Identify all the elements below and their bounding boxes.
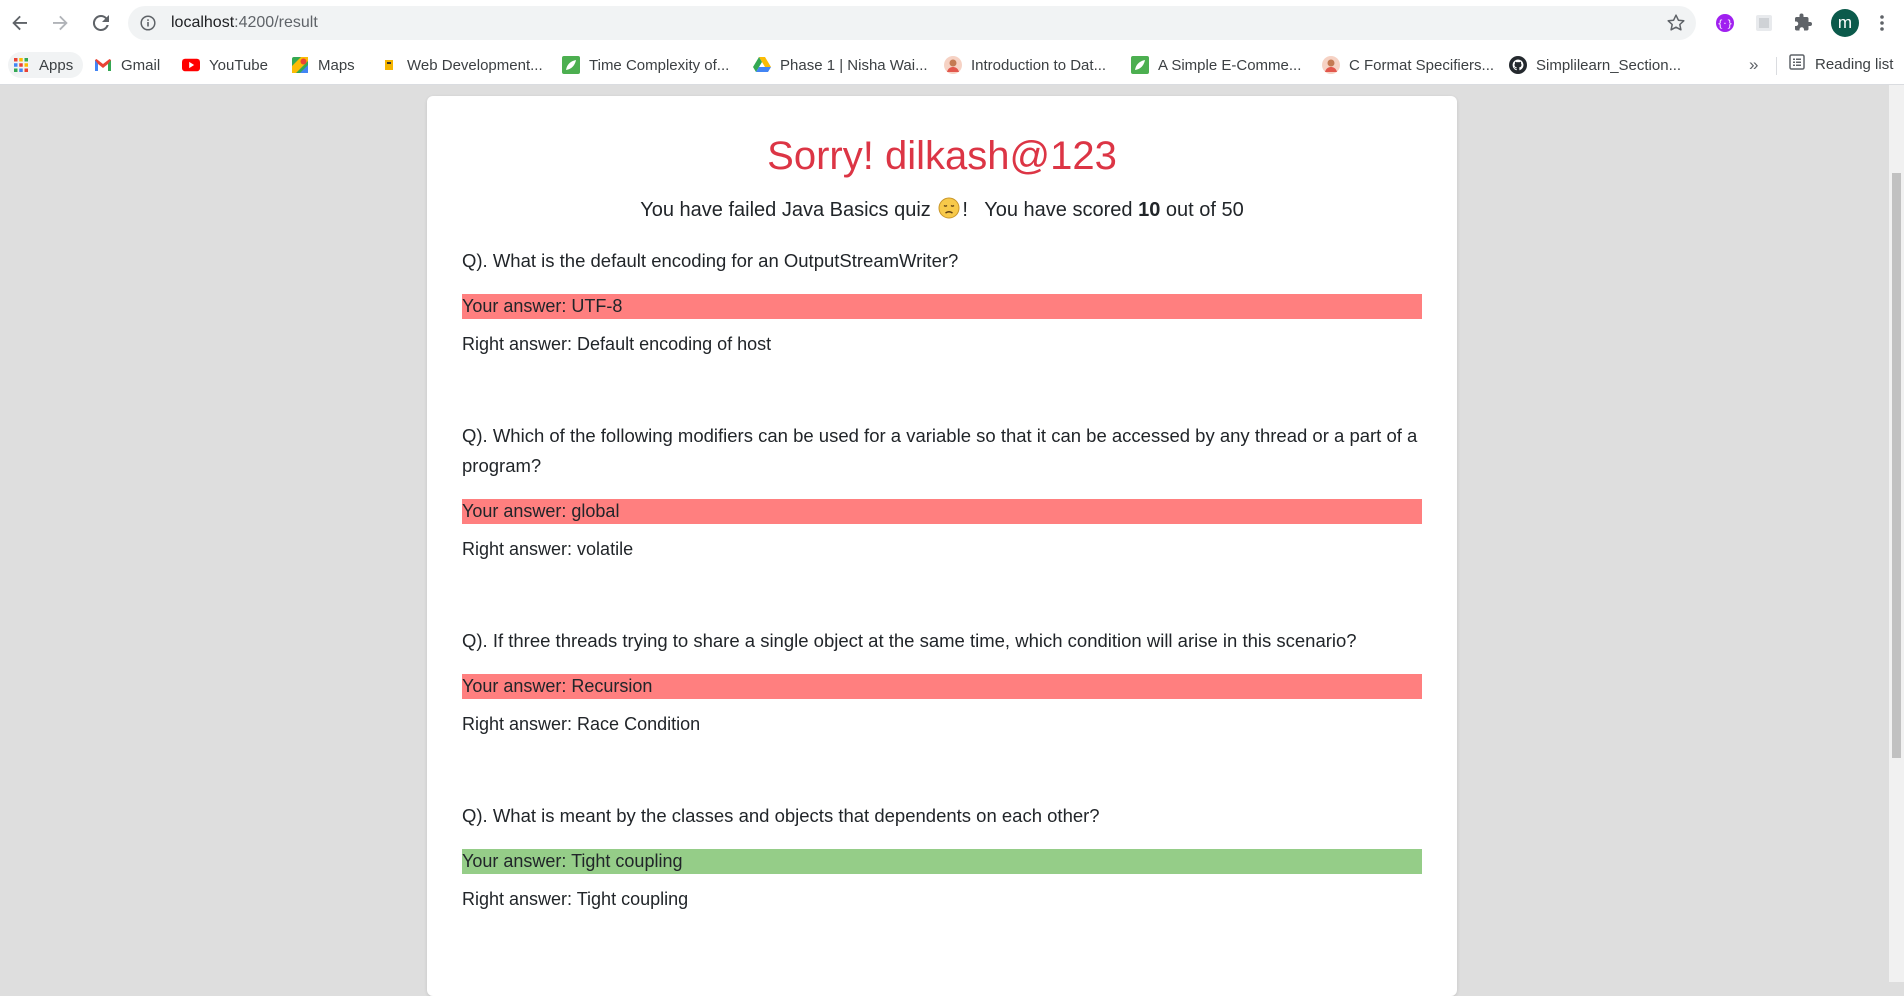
browser-toolbar: localhost:4200/result {·} m (0, 0, 1904, 46)
question-block: Q). What is meant by the classes and obj… (462, 801, 1422, 910)
profile-favicon (1322, 56, 1340, 74)
extension-purple-icon[interactable]: {·} (1713, 11, 1737, 35)
maps-icon (291, 56, 309, 74)
reading-list-label: Reading list (1815, 55, 1894, 73)
url-path: :4200/result (234, 14, 318, 31)
address-bar[interactable]: localhost:4200/result (128, 6, 1696, 40)
reading-list-icon (1789, 54, 1805, 74)
bookmark-introduction[interactable]: Introduction to Dat... (944, 54, 1106, 76)
leaf-favicon (1131, 56, 1149, 74)
result-title: Sorry! dilkash@123 (767, 134, 1117, 178)
bookmark-maps[interactable]: Maps (291, 54, 355, 76)
profile-avatar[interactable]: m (1831, 9, 1859, 37)
youtube-icon (182, 56, 200, 74)
question-block: Q). If three threads trying to share a s… (462, 626, 1422, 735)
bookmark-favicon (380, 56, 398, 74)
bookmark-label: Apps (39, 56, 74, 74)
bookmark-youtube[interactable]: YouTube (182, 54, 268, 76)
bookmark-label: C Format Specifiers... (1349, 56, 1495, 74)
url-host: localhost (171, 14, 235, 31)
leaf-favicon (562, 56, 580, 74)
gmail-icon (94, 56, 112, 74)
right-answer: Right answer: Race Condition (462, 714, 701, 734)
profile-favicon (944, 56, 962, 74)
reading-list-button[interactable]: Reading list (1789, 54, 1893, 74)
right-answer: Right answer: volatile (462, 539, 634, 559)
page-scrollbar[interactable] (1889, 85, 1904, 982)
avatar-letter: m (1837, 13, 1853, 32)
bookmark-c-format[interactable]: C Format Specifiers... (1322, 54, 1494, 76)
bookmark-label: A Simple E-Comme... (1158, 56, 1302, 74)
summary-prefix: You have failed Java Basics quiz (640, 199, 931, 221)
menu-kebab-icon[interactable] (1875, 11, 1889, 35)
reload-button[interactable] (86, 8, 116, 38)
bookmark-apps[interactable]: Apps (8, 52, 84, 78)
github-icon (1509, 56, 1527, 74)
bookmark-ecommerce[interactable]: A Simple E-Comme... (1131, 54, 1301, 76)
bookmark-star-icon[interactable] (1666, 13, 1686, 33)
question-text: Q). What is meant by the classes and obj… (462, 805, 1100, 826)
result-summary: You have failed Java Basics quiz ! You h… (427, 197, 1457, 225)
score-value: 10 (1138, 199, 1161, 221)
bookmarks-divider (1776, 57, 1777, 75)
bookmark-label: Time Complexity of... (589, 56, 730, 74)
result-card: Sorry! dilkash@123 You have failed Java … (427, 96, 1457, 996)
bookmark-label: YouTube (209, 56, 268, 74)
forward-button[interactable] (45, 8, 75, 38)
reload-icon (92, 14, 109, 31)
right-answer: Right answer: Default encoding of host (462, 334, 772, 354)
extensions-puzzle-icon[interactable] (1792, 11, 1816, 35)
your-answer-wrong: Your answer: UTF-8 (462, 294, 1422, 319)
question-text: Q). Which of the following modifiers can… (462, 425, 1418, 476)
right-answer: Right answer: Tight coupling (462, 889, 689, 909)
bookmarks-bar: Apps Gmail YouTube Maps Web Development.… (0, 46, 1904, 85)
question-block: Q). What is the default encoding for an … (462, 246, 1422, 355)
bookmark-label: Gmail (121, 56, 161, 74)
summary-scored: You have scored (984, 199, 1133, 221)
question-text: Q). If three threads trying to share a s… (462, 630, 1357, 651)
extension-grey-icon[interactable] (1752, 11, 1776, 35)
bookmark-simplilearn[interactable]: Simplilearn_Section... (1509, 54, 1681, 76)
bookmark-label: Maps (318, 56, 355, 74)
more-bookmarks-button[interactable]: » (1749, 55, 1758, 75)
bookmark-label: Phase 1 | Nisha Wai... (780, 56, 928, 74)
info-icon[interactable] (140, 15, 156, 31)
back-button[interactable] (5, 8, 35, 38)
url-text[interactable]: localhost:4200/result (171, 14, 318, 32)
bookmark-label: Simplilearn_Section... (1536, 56, 1682, 74)
your-answer-wrong: Your answer: global (462, 499, 1422, 524)
your-answer-correct: Your answer: Tight coupling (462, 849, 1422, 874)
svg-text:{·}: {·} (1717, 19, 1733, 30)
bookmark-gmail[interactable]: Gmail (94, 54, 160, 76)
arrow-right-icon (53, 15, 68, 31)
disappointed-face-icon (938, 197, 960, 225)
summary-exclamation: ! (962, 199, 968, 221)
bookmark-label: Web Development... (407, 56, 543, 74)
question-block: Q). Which of the following modifiers can… (462, 421, 1422, 560)
question-text: Q). What is the default encoding for an … (462, 250, 959, 271)
your-answer-wrong: Your answer: Recursion (462, 674, 1422, 699)
bookmark-phase1[interactable]: Phase 1 | Nisha Wai... (753, 54, 928, 76)
arrow-left-icon (12, 15, 27, 31)
bookmark-time-complexity[interactable]: Time Complexity of... (562, 54, 729, 76)
apps-grid-icon (12, 56, 30, 74)
drive-icon (753, 56, 771, 74)
summary-total: out of 50 (1165, 199, 1244, 221)
bookmark-web-development[interactable]: Web Development... (380, 54, 543, 76)
scrollbar-thumb[interactable] (1892, 173, 1901, 758)
bookmark-label: Introduction to Dat... (971, 56, 1107, 74)
